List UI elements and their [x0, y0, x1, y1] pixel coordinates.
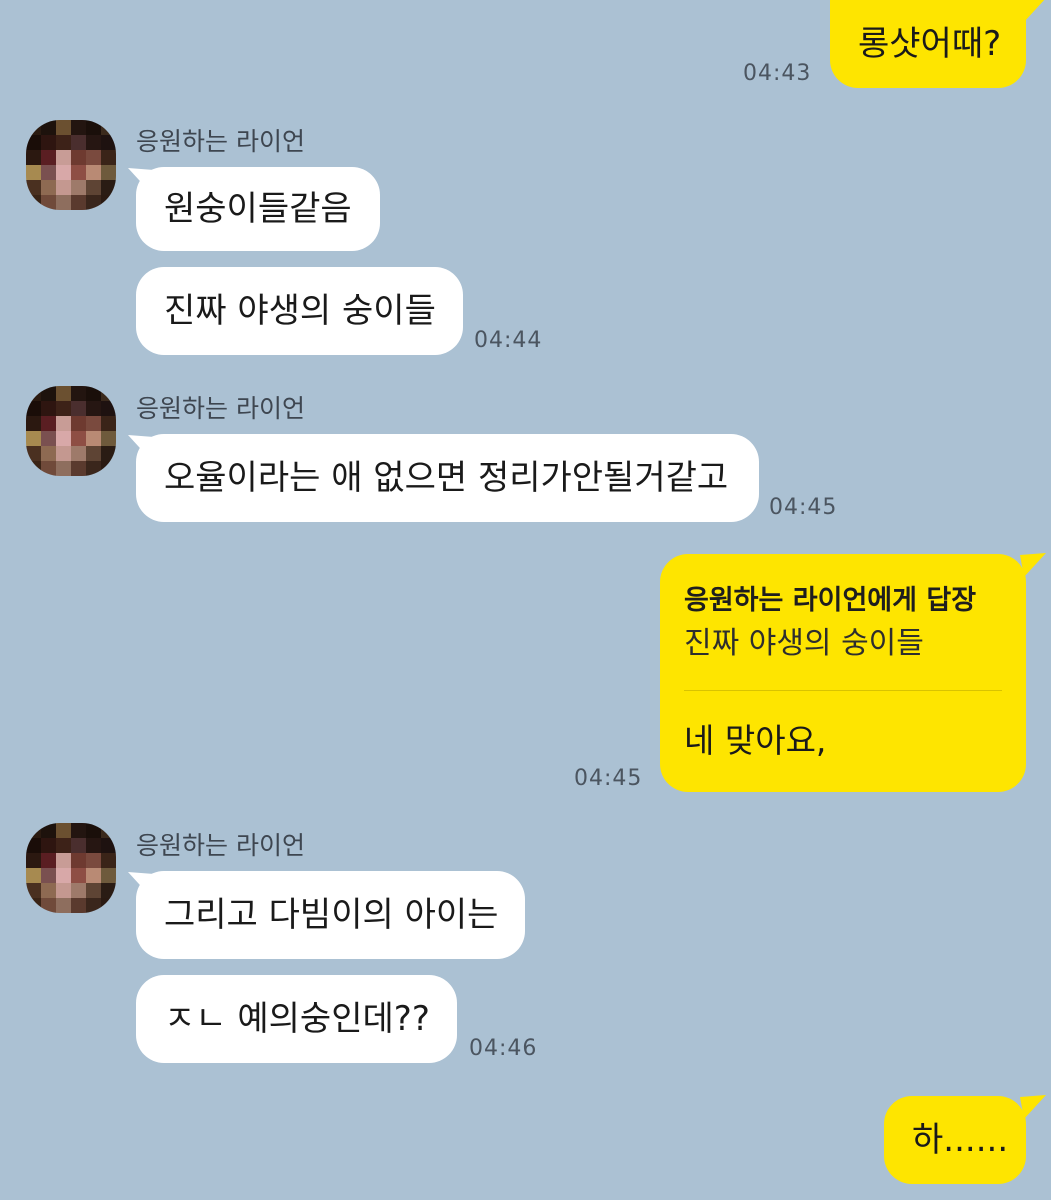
incoming-message-bubble[interactable]: 진짜 야생의 숭이들	[136, 267, 463, 355]
sender-name: 응원하는 라이언	[136, 831, 305, 860]
bubble-tail	[1020, 553, 1046, 577]
bubble-tail	[1020, 0, 1045, 22]
message-text: ㅈㄴ 예의숭인데??	[164, 999, 430, 1039]
message-timestamp: 04:45	[769, 495, 838, 520]
bubble-tail	[1020, 1095, 1046, 1119]
incoming-message-bubble[interactable]: 원숭이들같음	[136, 167, 380, 251]
message-text: 그리고 다빔이의 아이는	[164, 895, 499, 935]
message-text: 오율이라는 애 없으면 정리가안될거같고	[164, 458, 729, 498]
outgoing-message-bubble[interactable]: 롱샷어때?	[830, 0, 1026, 88]
sender-name: 응원하는 라이언	[136, 394, 305, 423]
reply-header: 응원하는 라이언에게 답장	[684, 585, 977, 616]
avatar[interactable]	[26, 823, 116, 913]
incoming-message-bubble[interactable]: 오율이라는 애 없으면 정리가안될거같고	[136, 434, 759, 522]
outgoing-reply-bubble[interactable]: 응원하는 라이언에게 답장 진짜 야생의 숭이들 네 맞아요,	[660, 554, 1026, 792]
avatar[interactable]	[26, 386, 116, 476]
message-timestamp: 04:44	[474, 328, 543, 353]
message-text: 원숭이들같음	[164, 189, 352, 229]
message-text: 하......	[912, 1120, 1009, 1160]
message-text: 네 맞아요,	[684, 721, 827, 760]
sender-name: 응원하는 라이언	[136, 127, 305, 156]
message-timestamp: 04:45	[574, 766, 643, 791]
message-text: 롱샷어때?	[858, 24, 1002, 64]
avatar[interactable]	[26, 120, 116, 210]
outgoing-message-bubble[interactable]: 하......	[884, 1096, 1026, 1184]
message-timestamp: 04:46	[469, 1036, 538, 1061]
quoted-message[interactable]: 진짜 야생의 숭이들	[684, 618, 924, 662]
incoming-message-bubble[interactable]: 그리고 다빔이의 아이는	[136, 871, 525, 959]
message-text: 진짜 야생의 숭이들	[164, 291, 436, 331]
incoming-message-bubble[interactable]: ㅈㄴ 예의숭인데??	[136, 975, 457, 1063]
reply-divider	[684, 690, 1002, 691]
message-timestamp: 04:43	[743, 61, 812, 86]
